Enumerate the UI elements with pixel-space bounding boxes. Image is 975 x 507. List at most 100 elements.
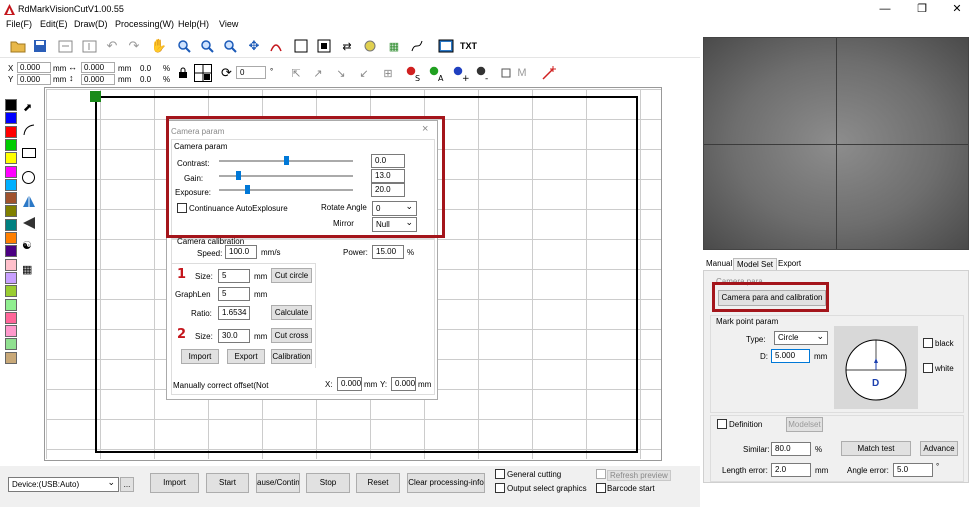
- zoom-in-icon[interactable]: [174, 36, 194, 56]
- palette-swatch[interactable]: [5, 325, 17, 338]
- curve-icon[interactable]: [407, 36, 427, 56]
- align-left-icon[interactable]: ↘: [331, 63, 351, 83]
- redo-icon[interactable]: ↷: [124, 36, 144, 56]
- hand-pan-icon[interactable]: ✋: [149, 36, 169, 56]
- type-select[interactable]: Circle: [774, 330, 828, 345]
- lock-icon[interactable]: [178, 67, 188, 78]
- palette-swatch[interactable]: [5, 218, 17, 231]
- ellipse-tool-icon[interactable]: [22, 171, 35, 184]
- general-cutting-checkbox[interactable]: [495, 469, 505, 479]
- size1-field[interactable]: 5: [218, 269, 250, 283]
- palette-swatch[interactable]: [5, 192, 17, 205]
- reset-button[interactable]: Reset: [356, 473, 400, 493]
- similar-field[interactable]: 80.0: [771, 442, 811, 456]
- rotate-icon[interactable]: ⟳: [221, 65, 232, 81]
- menu-view[interactable]: View: [219, 19, 238, 29]
- menu-help[interactable]: Help(H): [178, 19, 209, 29]
- height-field[interactable]: 0.000: [81, 74, 115, 85]
- offset-x-field[interactable]: 0.000: [337, 377, 362, 391]
- power-field[interactable]: 15.00: [372, 245, 404, 259]
- length-error-field[interactable]: 2.0: [771, 463, 811, 477]
- mirror-h-icon[interactable]: ⇱: [286, 63, 306, 83]
- menu-file[interactable]: File(F): [6, 19, 32, 29]
- palette-swatch[interactable]: [5, 298, 17, 311]
- tab-model-set[interactable]: Model Set: [733, 258, 778, 270]
- device-more-button[interactable]: ...: [120, 477, 134, 492]
- tab-export[interactable]: Export: [775, 258, 804, 270]
- group-icon[interactable]: [314, 36, 334, 56]
- import-job-button[interactable]: Import: [150, 473, 199, 493]
- menu-draw[interactable]: Draw(D): [74, 19, 108, 29]
- palette-swatch[interactable]: [5, 245, 17, 258]
- rectangle-select-icon[interactable]: [291, 36, 311, 56]
- graphlen-field[interactable]: 5: [218, 287, 250, 301]
- start-button[interactable]: Start: [206, 473, 249, 493]
- ratio-field[interactable]: 1.6534: [218, 306, 250, 320]
- palette-swatch[interactable]: [5, 152, 17, 165]
- align-bottom-icon[interactable]: ↙: [354, 63, 374, 83]
- spiral-tool-icon[interactable]: ☯: [22, 239, 32, 252]
- x-position-field[interactable]: 0.000: [17, 62, 51, 73]
- d-field[interactable]: 5.000: [771, 349, 810, 363]
- tab-manual[interactable]: Manual: [703, 258, 735, 270]
- center-icon[interactable]: ⊞: [378, 63, 398, 83]
- device-select[interactable]: Device:(USB:Auto): [8, 476, 119, 492]
- undo-icon[interactable]: ↶: [102, 36, 122, 56]
- match-test-button[interactable]: Match test: [841, 441, 911, 456]
- size2-field[interactable]: 30.0: [218, 329, 250, 343]
- black-checkbox[interactable]: [923, 338, 933, 348]
- speed-field[interactable]: 100.0: [225, 245, 257, 259]
- palette-swatch[interactable]: [5, 165, 17, 178]
- txt-label[interactable]: TXT: [460, 41, 477, 51]
- palette-swatch[interactable]: [5, 99, 17, 111]
- calibration-button[interactable]: Calibration: [271, 349, 312, 364]
- white-checkbox[interactable]: [923, 363, 933, 373]
- export-icon[interactable]: [79, 36, 99, 56]
- menu-edit[interactable]: Edit(E): [40, 19, 68, 29]
- palette-swatch[interactable]: [5, 178, 17, 191]
- stop-button[interactable]: Stop: [306, 473, 350, 493]
- array-icon[interactable]: ▦: [384, 36, 404, 56]
- mark-add-icon[interactable]: +: [450, 63, 470, 83]
- modelset-button[interactable]: Modelset: [786, 417, 823, 432]
- pause-continue-button[interactable]: ause/Continu: [256, 473, 300, 493]
- palette-swatch[interactable]: [5, 112, 17, 125]
- weld-icon[interactable]: [360, 36, 380, 56]
- advance-button[interactable]: Advance: [920, 441, 958, 456]
- node-edit-icon[interactable]: ✥: [244, 36, 264, 56]
- mark-m-icon[interactable]: M: [512, 63, 532, 83]
- palette-swatch[interactable]: [5, 258, 17, 271]
- text-tool-icon[interactable]: [22, 194, 36, 210]
- palette-swatch[interactable]: [5, 338, 17, 351]
- palette-swatch[interactable]: [5, 125, 17, 138]
- palette-swatch[interactable]: [5, 285, 17, 298]
- calculate-button[interactable]: Calculate: [271, 305, 312, 320]
- mark-remove-icon[interactable]: -: [473, 63, 493, 83]
- refresh-preview-label[interactable]: Refresh preview: [607, 470, 671, 481]
- minimize-button[interactable]: —: [870, 2, 900, 16]
- export-calib-button[interactable]: Export: [227, 349, 265, 364]
- maximize-button[interactable]: ❐: [907, 2, 937, 16]
- palette-swatch[interactable]: [5, 311, 17, 324]
- rotation-field[interactable]: 0: [236, 66, 266, 79]
- mark-a-icon[interactable]: A: [426, 63, 446, 83]
- zoom-fit-icon[interactable]: [220, 36, 240, 56]
- text-layout-icon[interactable]: [436, 36, 456, 56]
- menu-processing[interactable]: Processing(W): [115, 19, 174, 29]
- clear-processing-info-button[interactable]: Clear processing-info: [407, 473, 485, 493]
- palette-swatch[interactable]: [5, 271, 17, 284]
- width-field[interactable]: 0.000: [81, 62, 115, 73]
- y-position-field[interactable]: 0.000: [17, 74, 51, 85]
- open-folder-icon[interactable]: [8, 36, 28, 56]
- mirror-v-icon[interactable]: ↗: [308, 63, 328, 83]
- close-button[interactable]: ✕: [942, 2, 972, 16]
- line-tool-icon[interactable]: [22, 123, 36, 139]
- select-arrow-icon[interactable]: ⬈: [23, 101, 32, 114]
- refresh-preview-checkbox[interactable]: [596, 469, 606, 479]
- rectangle-tool-icon[interactable]: [22, 148, 36, 158]
- palette-swatch[interactable]: [5, 351, 17, 364]
- cut-cross-button[interactable]: Cut cross: [271, 328, 312, 343]
- zoom-out-icon[interactable]: [197, 36, 217, 56]
- distribute-icon[interactable]: ⇄: [337, 36, 357, 56]
- cut-circle-button[interactable]: Cut circle: [271, 268, 312, 283]
